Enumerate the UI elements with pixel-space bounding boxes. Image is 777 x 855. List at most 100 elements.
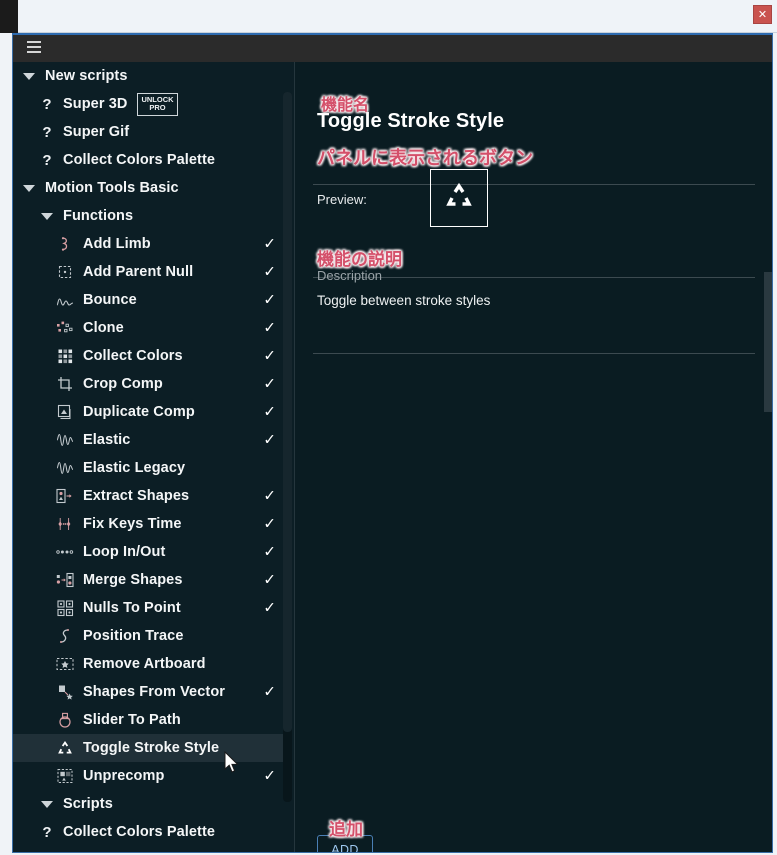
- tree-item-elastic[interactable]: Elastic ✓: [13, 426, 288, 454]
- chevron-down-icon[interactable]: [21, 62, 37, 90]
- tree-item-duplicate-comp[interactable]: Duplicate Comp ✓: [13, 398, 288, 426]
- annotation-function-name: 機能名: [321, 95, 370, 114]
- tree-item-label: Toggle Stroke Style: [83, 740, 220, 756]
- tree-item-label: Shapes From Vector: [83, 684, 226, 700]
- tree-scrollbar[interactable]: [283, 92, 292, 802]
- clone-icon: [55, 318, 75, 338]
- tree-item-label: Scripts: [63, 796, 113, 812]
- tree-item-unprecomp[interactable]: Unprecomp ✓: [13, 762, 288, 790]
- hamburger-icon[interactable]: [27, 41, 43, 55]
- tree-group-motion-tools-basic[interactable]: Motion Tools Basic: [13, 174, 288, 202]
- script-tree-panel[interactable]: New scripts ? Super 3D UNLOCK PRO? Super Gif?…: [13, 62, 294, 852]
- check-icon[interactable]: ✓: [263, 600, 276, 616]
- check-icon[interactable]: ✓: [263, 544, 276, 560]
- tree-item-collect-colors[interactable]: Collect Colors ✓: [13, 342, 288, 370]
- tree-item-super-gif[interactable]: ? Super Gif: [13, 118, 288, 146]
- divider-preview: [313, 184, 755, 185]
- tree-item-elastic-legacy[interactable]: Elastic Legacy: [13, 454, 288, 482]
- check-icon[interactable]: ✓: [263, 488, 276, 504]
- tree-item-label: Crop Comp: [83, 376, 163, 392]
- tree-item-label: Extract Shapes: [83, 488, 190, 504]
- check-icon[interactable]: ✓: [263, 348, 276, 364]
- tree-item-position-trace[interactable]: Position Trace: [13, 622, 288, 650]
- chevron-down-icon[interactable]: [39, 790, 55, 818]
- tree-item-nulls-to-point[interactable]: Nulls To Point ✓: [13, 594, 288, 622]
- panel-scrollbar-thumb[interactable]: [764, 272, 772, 412]
- tree-item-loop-in-out[interactable]: Loop In/Out ✓: [13, 538, 288, 566]
- tree-item-collect-colors-palette[interactable]: ? Collect Colors Palette: [13, 146, 288, 174]
- tree-item-shapes-from-vector[interactable]: Shapes From Vector ✓: [13, 678, 288, 706]
- detail-panel: Toggle Stroke Style Preview: Description…: [295, 62, 772, 852]
- check-icon[interactable]: ✓: [263, 572, 276, 588]
- tree-item-label: Merge Shapes: [83, 572, 183, 588]
- tree-item-label: New scripts: [45, 68, 128, 84]
- tree-item-merge-shapes[interactable]: Merge Shapes ✓: [13, 566, 288, 594]
- tree-item-label: Slider To Path: [83, 712, 181, 728]
- merge-shapes-icon: [55, 570, 75, 590]
- check-icon[interactable]: ✓: [263, 376, 276, 392]
- check-icon[interactable]: ✓: [263, 684, 276, 700]
- tree-item-extract-shapes[interactable]: Extract Shapes ✓: [13, 482, 288, 510]
- check-icon[interactable]: ✓: [263, 264, 276, 280]
- preview-box: [430, 169, 488, 227]
- tree-item-super-3d[interactable]: ? Super 3D UNLOCK PRO: [13, 90, 288, 118]
- tree-item-label: Loop In/Out: [83, 544, 166, 560]
- limb-icon: [55, 234, 75, 254]
- tree-item-label: Add Parent Null: [83, 264, 194, 280]
- panel-scrollbar[interactable]: [764, 62, 772, 852]
- question-mark-icon: ?: [42, 151, 52, 169]
- tree-item-add-parent-null[interactable]: Add Parent Null ✓: [13, 258, 288, 286]
- tree-item-crop-comp[interactable]: Crop Comp ✓: [13, 370, 288, 398]
- loop-icon: [55, 542, 75, 562]
- tree-item-fix-keys-time[interactable]: Fix Keys Time ✓: [13, 510, 288, 538]
- tree-group-new-scripts[interactable]: New scripts: [13, 62, 288, 90]
- check-icon[interactable]: ✓: [263, 236, 276, 252]
- unlock-pro-badge[interactable]: UNLOCK PRO: [137, 92, 178, 116]
- tree-item-slider-to-path[interactable]: Slider To Path: [13, 706, 288, 734]
- question-mark-icon: ?: [42, 95, 52, 113]
- tree-item-clone[interactable]: Clone ✓: [13, 314, 288, 342]
- tree-item-bounce[interactable]: Bounce ✓: [13, 286, 288, 314]
- tree-item-remove-artboard[interactable]: Remove Artboard: [13, 650, 288, 678]
- tree-item-label: Elastic Legacy: [83, 460, 186, 476]
- chevron-down-icon[interactable]: [21, 174, 37, 202]
- unprecomp-icon: [55, 766, 75, 786]
- tree-scrollbar-thumb[interactable]: [283, 92, 292, 732]
- check-icon[interactable]: ✓: [263, 432, 276, 448]
- tree-item-add-limb[interactable]: Add Limb ✓: [13, 230, 288, 258]
- crop-icon: [55, 374, 75, 394]
- check-icon[interactable]: ✓: [263, 320, 276, 336]
- check-icon[interactable]: ✓: [263, 404, 276, 420]
- tree-item-collect-colors-palette[interactable]: ? Collect Colors Palette: [13, 818, 288, 846]
- script-tree-list: New scripts ? Super 3D UNLOCK PRO? Super Gif?…: [13, 62, 288, 846]
- tree-group-functions[interactable]: Functions: [13, 202, 288, 230]
- close-button[interactable]: ✕: [753, 5, 772, 24]
- tree-item-label: Collect Colors Palette: [63, 152, 216, 168]
- tree-item-label: Motion Tools Basic: [45, 180, 179, 196]
- check-icon[interactable]: ✓: [263, 516, 276, 532]
- annotation-add: 追加: [329, 820, 363, 840]
- chevron-down-icon[interactable]: [39, 202, 55, 230]
- titlebar-left-nub: [0, 0, 18, 33]
- tree-item-toggle-stroke-style[interactable]: Toggle Stroke Style: [13, 734, 288, 762]
- check-icon[interactable]: ✓: [263, 768, 276, 784]
- check-icon[interactable]: ✓: [263, 292, 276, 308]
- tree-group-scripts[interactable]: Scripts: [13, 790, 288, 818]
- tree-item-label: Collect Colors: [83, 348, 183, 364]
- tree-item-label: Position Trace: [83, 628, 184, 644]
